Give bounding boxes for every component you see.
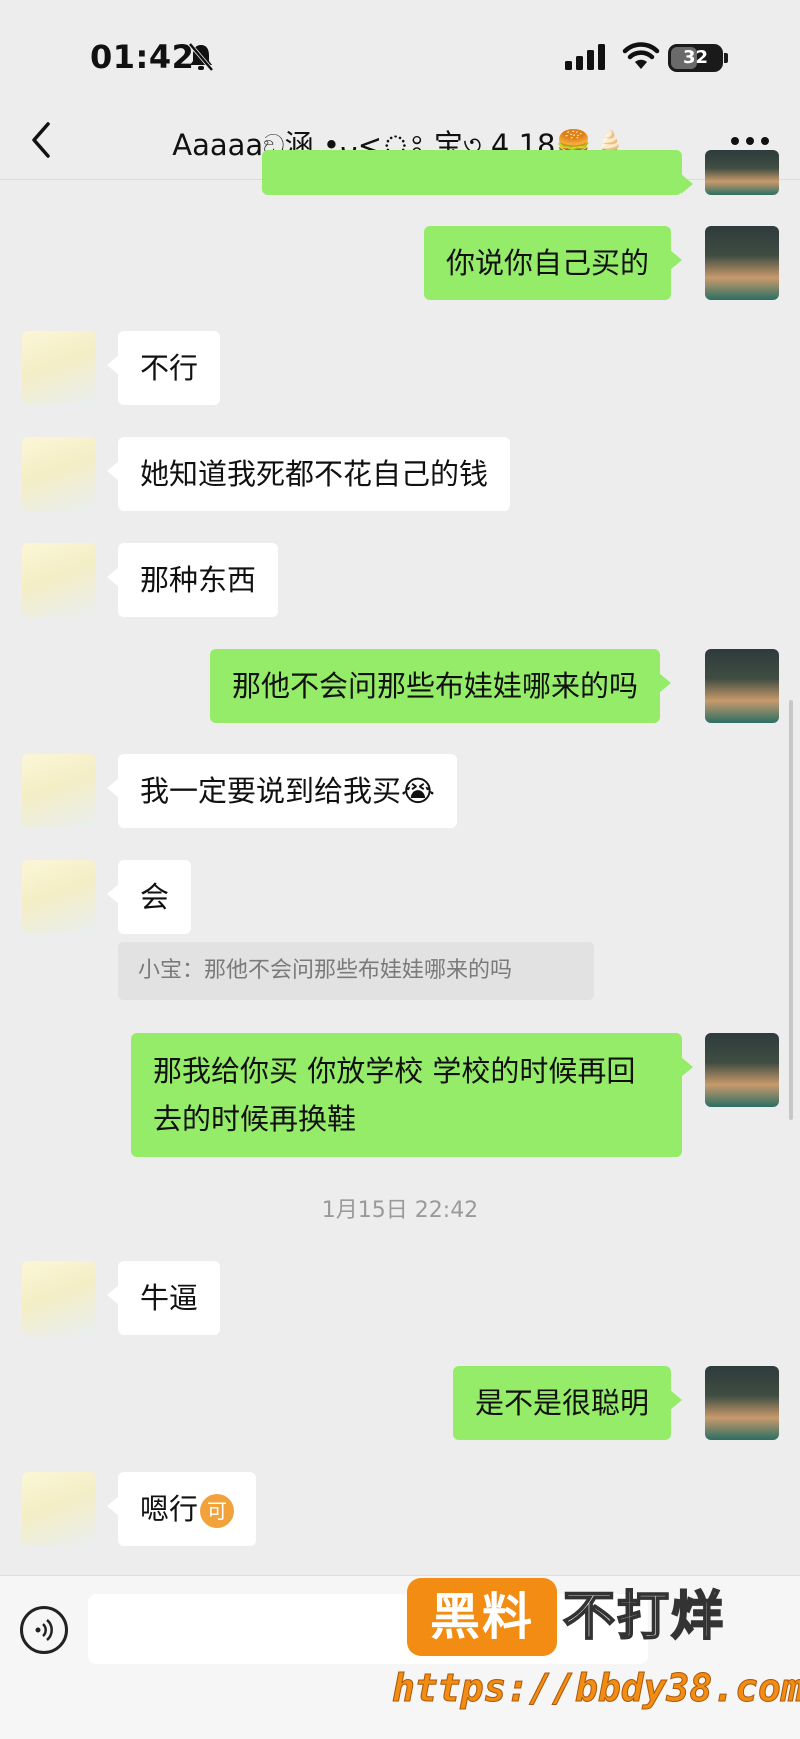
avatar-self[interactable] — [705, 1033, 779, 1107]
message-bubble-self: 那他不会问那些布娃娃哪来的吗 — [210, 649, 672, 723]
watermark-url: https://bbdy38.com — [392, 1666, 800, 1711]
avatar-contact[interactable] — [22, 754, 96, 828]
message-bubble-contact: 牛逼 — [106, 1261, 221, 1335]
avatar-contact[interactable] — [22, 1261, 96, 1335]
message-bubble-contact: 会 — [106, 860, 192, 934]
avatar-contact[interactable] — [22, 543, 96, 617]
battery-tip — [724, 53, 728, 63]
avatar-self-partial[interactable] — [705, 150, 779, 195]
message-bubble-self: 你说你自己买的 — [424, 226, 683, 300]
watermark-slogan: 不打烊 — [562, 1586, 726, 1648]
bell-muted-icon — [188, 42, 214, 72]
status-time: 01:42 — [90, 38, 195, 76]
watermark-logo: 黑料 — [407, 1578, 557, 1656]
message-bubble-partial — [262, 150, 693, 195]
avatar-contact[interactable] — [22, 860, 96, 934]
message-bubble-self: 那我给你买 你放学校 学校的时候再回去的时候再换鞋 — [131, 1033, 693, 1157]
quoted-reply[interactable]: 小宝：那他不会问那些布娃娃哪来的吗 — [118, 942, 594, 1000]
voice-input-icon[interactable] — [20, 1606, 68, 1654]
message-bubble-contact: 那种东西 — [106, 543, 279, 617]
message-bubble-contact: 我一定要说到给我买😭 — [107, 754, 457, 828]
avatar-self[interactable] — [705, 649, 779, 723]
emoji-badge: 可 — [200, 1494, 235, 1528]
message-bubble-contact: 不行 — [106, 331, 221, 405]
back-arrow-icon[interactable] — [22, 118, 62, 162]
status-bar: 01:42 32 — [0, 0, 800, 100]
battery-indicator: 32 — [668, 44, 723, 72]
avatar-contact[interactable] — [22, 331, 96, 405]
cellular-signal-icon — [565, 44, 605, 70]
message-bubble-contact: 嗯行可 — [106, 1472, 257, 1546]
avatar-contact[interactable] — [22, 1472, 96, 1546]
wifi-icon — [622, 42, 660, 69]
message-bubble-contact: 她知道我死都不花自己的钱 — [106, 437, 511, 511]
avatar-self[interactable] — [705, 226, 779, 300]
message-bubble-self: 是不是很聪明 — [453, 1366, 683, 1440]
avatar-self[interactable] — [705, 1366, 779, 1440]
message-timestamp: 1月15日 22:42 — [321, 1198, 479, 1223]
avatar-contact[interactable] — [22, 437, 96, 511]
scrollbar[interactable] — [789, 700, 793, 1120]
